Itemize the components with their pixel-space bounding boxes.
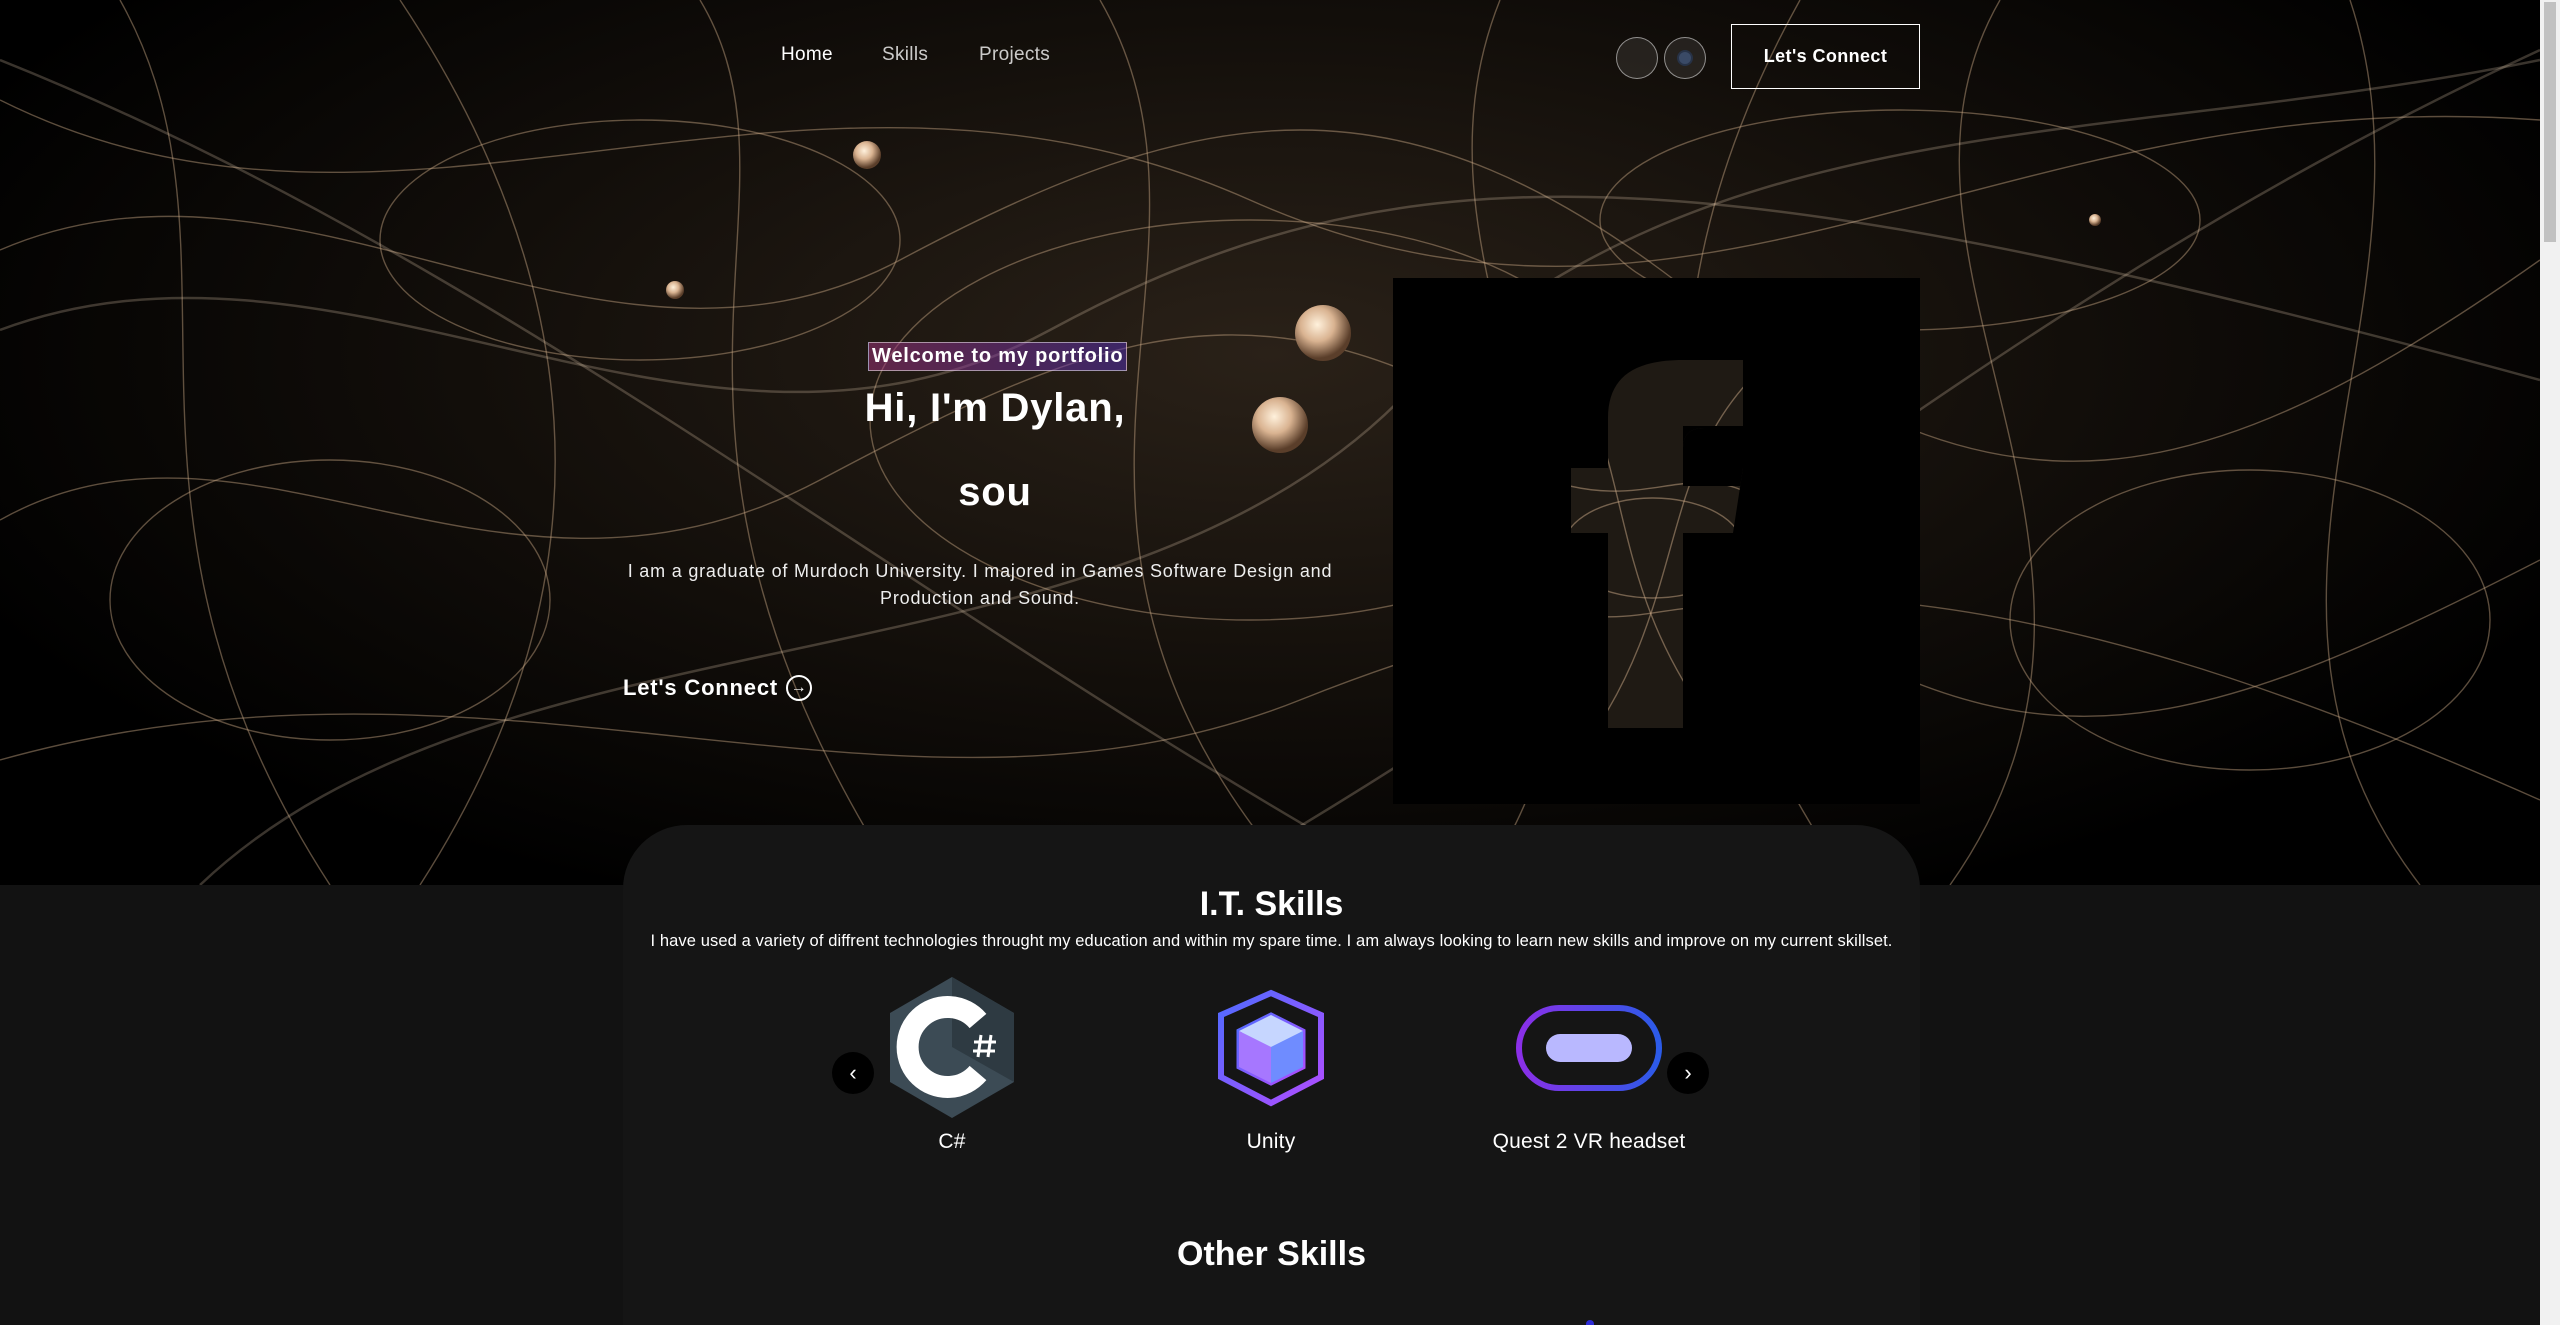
skill-name-csharp: C# (938, 1130, 966, 1153)
skill-item-quest: Quest 2 VR headset (1479, 975, 1699, 1154)
unity-logo-icon (1218, 989, 1324, 1107)
skills-description: I have used a variety of diffrent techno… (650, 932, 1893, 950)
other-skills-decoration (1586, 1320, 1594, 1325)
facebook-f-icon (1393, 278, 1920, 804)
page-scrollbar[interactable] (2540, 0, 2560, 1325)
header-image (1393, 278, 1920, 804)
hero-banner (0, 0, 2540, 885)
github-icon-glyph (1677, 50, 1693, 66)
banner-connect-label: Let's Connect (623, 675, 778, 700)
nav-link-skills[interactable]: Skills (882, 44, 928, 66)
fractal-background (0, 0, 2540, 885)
csharp-logo-icon (890, 977, 1014, 1118)
skill-item-unity: Unity (1161, 975, 1381, 1154)
banner-bio: I am a graduate of Murdoch University. I… (627, 561, 1333, 608)
scrollbar-thumb[interactable] (2544, 2, 2556, 242)
arrow-right-circle-icon: → (785, 675, 812, 701)
nav-link-projects[interactable]: Projects (979, 44, 1050, 66)
vr-headset-icon (1516, 1004, 1662, 1091)
github-icon[interactable] (1664, 37, 1706, 79)
skill-name-quest: Quest 2 VR headset (1492, 1130, 1686, 1153)
skills-title: I.T. Skills (1199, 885, 1344, 923)
banner-headline-typing: sou (958, 470, 1032, 514)
skill-item-csharp: C# (842, 975, 1062, 1154)
linkedin-icon[interactable] (1616, 37, 1658, 79)
nav-connect-button[interactable]: Let's Connect (1731, 24, 1920, 89)
banner-tagline: Welcome to my portfolio (868, 342, 1128, 371)
skill-name-unity: Unity (1246, 1130, 1296, 1153)
other-skills-title: Other Skills (1177, 1235, 1366, 1273)
nav-link-home[interactable]: Home (781, 44, 833, 66)
banner-connect-button[interactable]: Let's Connect → (623, 675, 812, 701)
banner-headline: Hi, I'm Dylan, (864, 386, 1126, 430)
navbar: Home Skills Projects Let's Connect (0, 0, 2540, 112)
